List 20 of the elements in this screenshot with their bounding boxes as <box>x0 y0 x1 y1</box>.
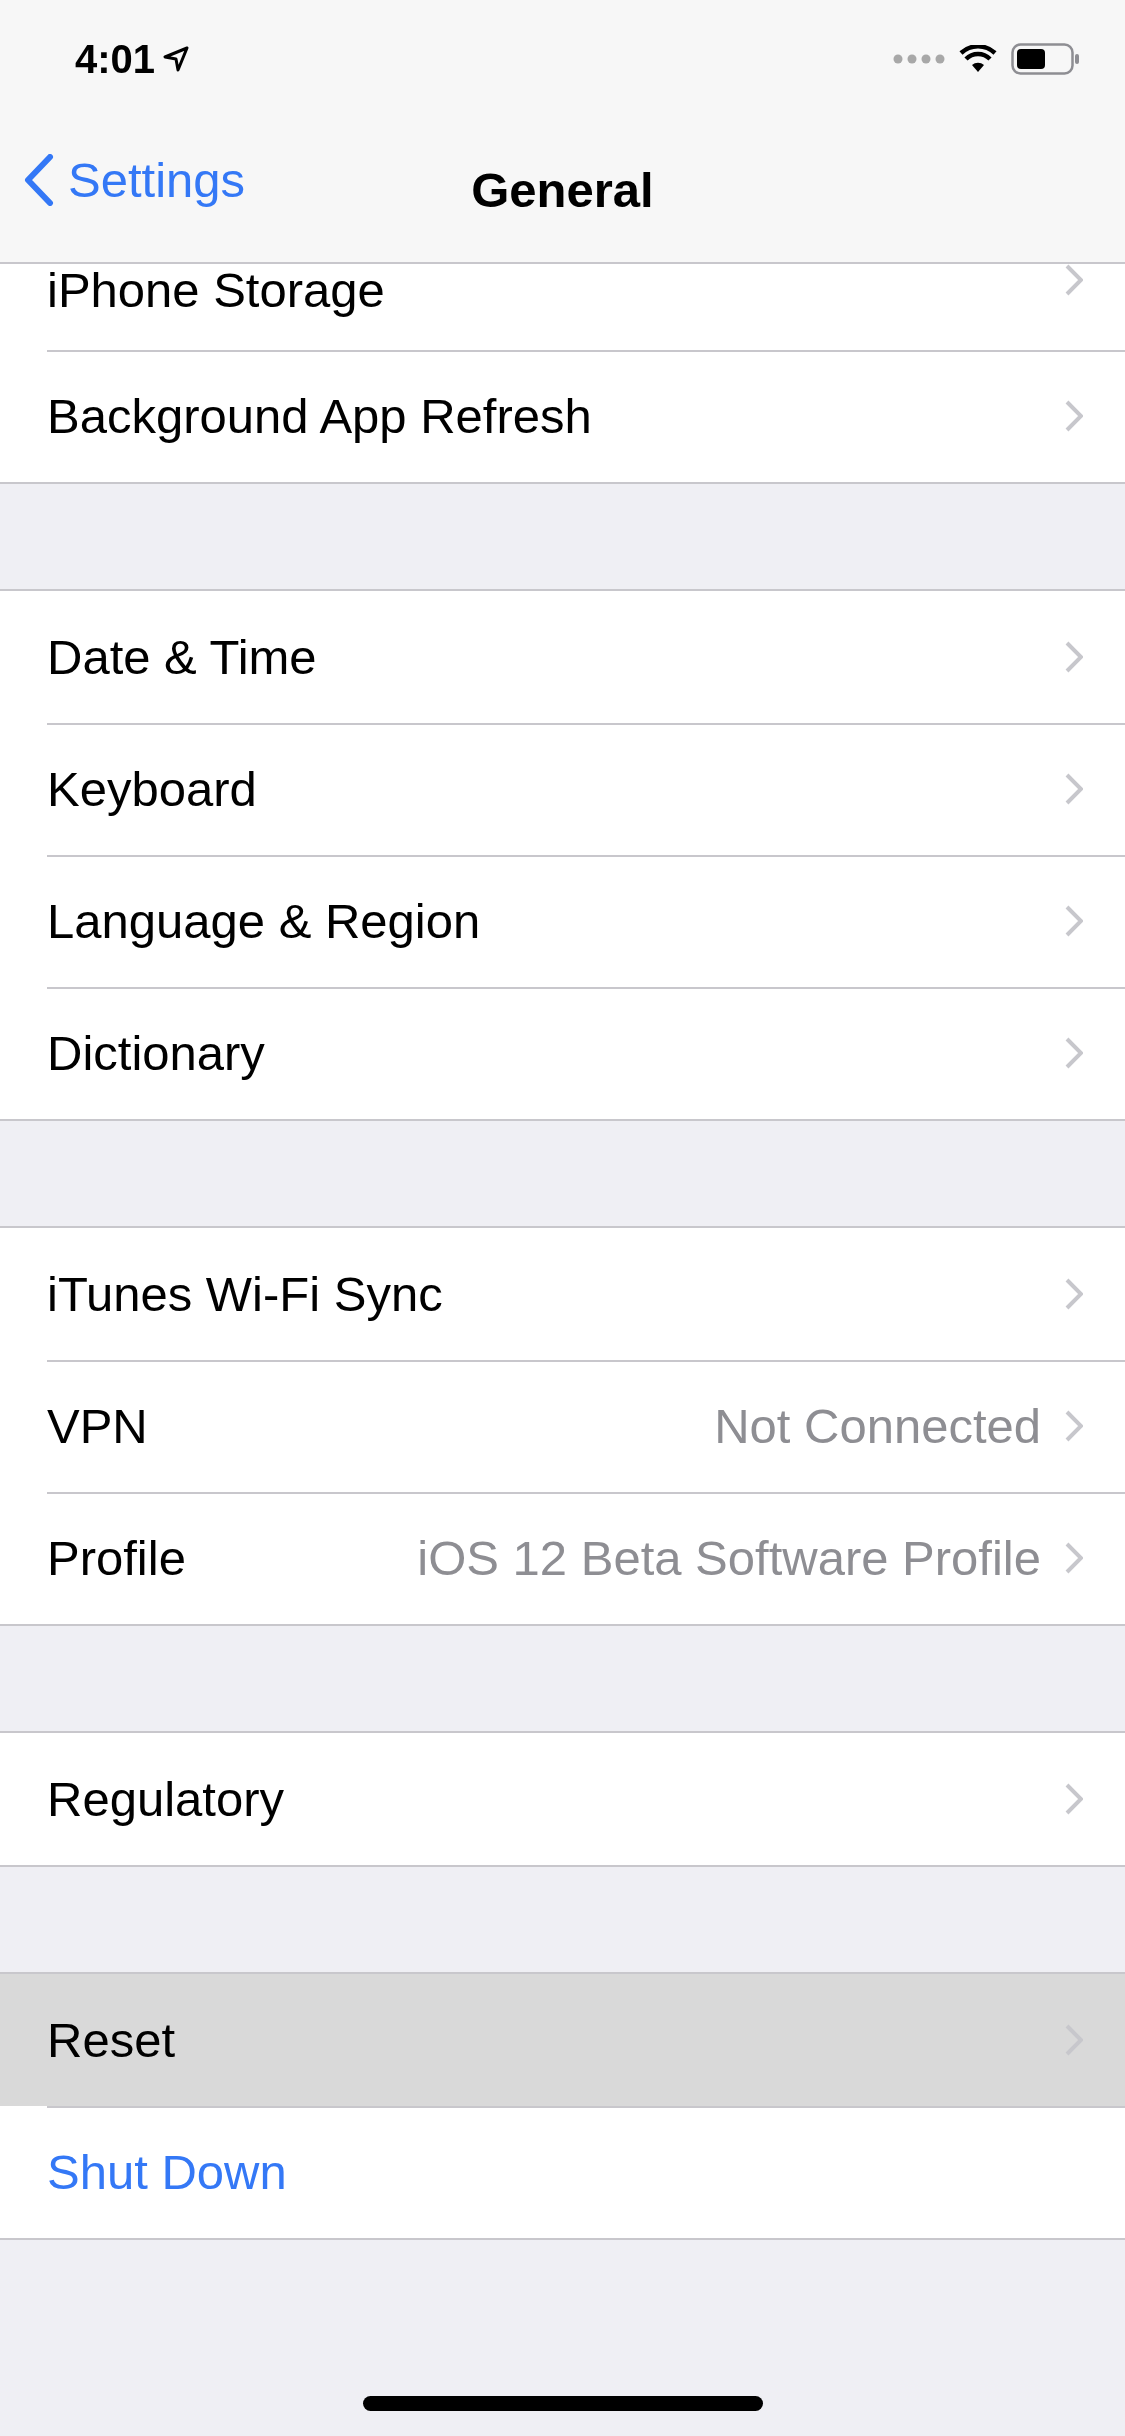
chevron-icon <box>1065 1542 1083 1574</box>
chevron-icon <box>1065 1410 1083 1442</box>
chevron-icon <box>1065 641 1083 673</box>
row-value: Not Connected <box>714 1398 1041 1454</box>
back-button[interactable]: Settings <box>24 152 246 208</box>
chevron-icon <box>1065 1783 1083 1815</box>
status-time: 4:01 <box>75 36 156 82</box>
row-value: iOS 12 Beta Software Profile <box>417 1530 1041 1586</box>
chevron-icon <box>1065 1278 1083 1310</box>
chevron-icon <box>1065 1037 1083 1069</box>
nav-title: General <box>471 162 654 218</box>
chevron-icon <box>1065 400 1083 432</box>
battery-icon <box>1011 43 1081 75</box>
chevron-icon <box>1065 905 1083 937</box>
settings-row[interactable]: Reset <box>0 1974 1125 2106</box>
wifi-icon <box>959 45 997 73</box>
signal-dots-icon <box>893 54 945 64</box>
location-arrow-icon <box>163 46 190 72</box>
chevron-icon <box>1065 773 1083 805</box>
back-chevron-icon <box>24 154 54 206</box>
